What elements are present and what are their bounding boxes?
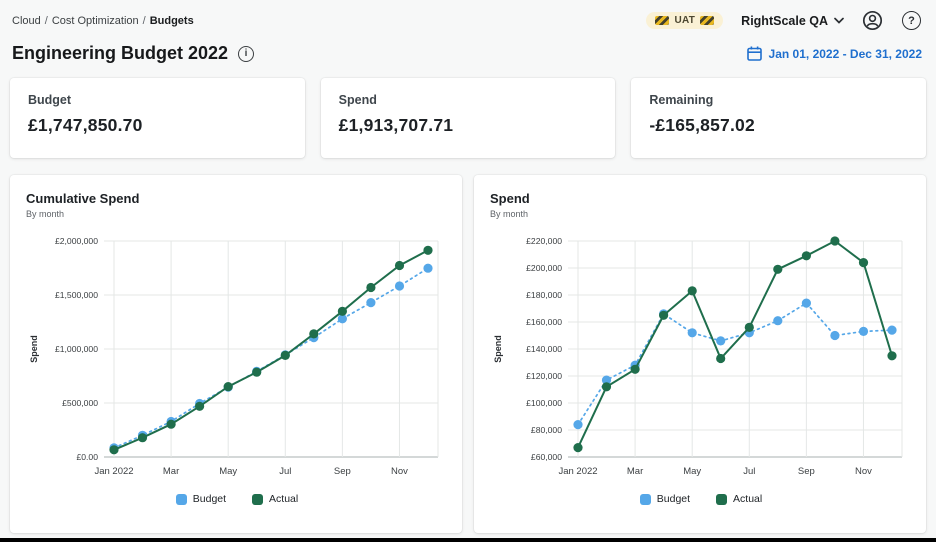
svg-text:Jul: Jul [743, 466, 755, 477]
budget-legend-swatch [640, 494, 651, 505]
svg-text:Mar: Mar [163, 466, 179, 477]
svg-text:£0.00: £0.00 [76, 452, 98, 462]
cumulative-spend-legend: Budget Actual [26, 493, 448, 505]
date-range-label: Jan 01, 2022 - Dec 31, 2022 [769, 47, 922, 61]
budget-card: Budget £1,747,850.70 [10, 78, 305, 158]
cumulative-spend-card: Cumulative Spend By month £0.00£500,000£… [10, 175, 462, 533]
svg-text:May: May [683, 466, 701, 477]
svg-text:Jan 2022: Jan 2022 [558, 466, 597, 477]
monthly-spend-chart: £60,000 £80,000 £100,000 £120,000 £140,000 £1… [490, 233, 910, 487]
breadcrumb-cloud[interactable]: Cloud [12, 15, 41, 27]
svg-text:Mar: Mar [627, 466, 643, 477]
date-range-picker[interactable]: Jan 01, 2022 - Dec 31, 2022 [747, 46, 922, 61]
spend-card: Spend £1,913,707.71 [321, 78, 616, 158]
remaining-card-value: -£165,857.02 [649, 115, 908, 136]
budget-card-label: Budget [28, 93, 287, 107]
cumulative-spend-subtitle: By month [26, 209, 448, 219]
cumulative-spend-chart: £0.00 £500,000 £1,000,000 £1,500,000 £2,000,… [26, 233, 446, 487]
breadcrumb: Cloud / Cost Optimization / Budgets [12, 15, 194, 27]
help-icon: ? [902, 11, 921, 30]
info-icon[interactable]: i [238, 46, 254, 62]
actual-legend-swatch [252, 494, 263, 505]
svg-text:Spend: Spend [493, 335, 503, 363]
monthly-spend-card: Spend By month £60,000 £80,000 £100,000 £12… [474, 175, 926, 533]
svg-text:£120,000: £120,000 [526, 371, 562, 381]
construction-barrier-icon [700, 16, 714, 25]
remaining-card: Remaining -£165,857.02 [631, 78, 926, 158]
organization-name: RightScale QA [741, 14, 828, 28]
svg-text:Sep: Sep [334, 466, 351, 477]
svg-text:£80,000: £80,000 [531, 425, 562, 435]
chevron-down-icon [834, 17, 844, 24]
svg-text:May: May [219, 466, 237, 477]
charts-section: Cumulative Spend By month £0.00£500,000£… [0, 158, 936, 533]
page-title: Engineering Budget 2022 [12, 43, 228, 64]
breadcrumb-separator: / [143, 15, 146, 27]
window-bottom-edge [0, 538, 936, 542]
breadcrumb-separator: / [45, 15, 48, 27]
budget-legend-swatch [176, 494, 187, 505]
remaining-card-label: Remaining [649, 93, 908, 107]
summary-cards: Budget £1,747,850.70 Spend £1,913,707.71… [0, 64, 936, 158]
svg-text:Nov: Nov [391, 466, 408, 477]
legend-item-budget[interactable]: Budget [176, 493, 226, 505]
monthly-spend-subtitle: By month [490, 209, 912, 219]
legend-item-actual[interactable]: Actual [252, 493, 298, 505]
svg-text:£1,000,000: £1,000,000 [55, 344, 98, 354]
uat-environment-badge: UAT [646, 12, 723, 29]
top-bar: Cloud / Cost Optimization / Budgets UAT Righ… [0, 0, 936, 31]
svg-text:Spend: Spend [29, 335, 39, 363]
svg-text:£200,000: £200,000 [526, 263, 562, 273]
spend-card-label: Spend [339, 93, 598, 107]
breadcrumb-cost-optimization[interactable]: Cost Optimization [52, 15, 139, 27]
svg-text:Jan 2022: Jan 2022 [94, 466, 133, 477]
page-header: Engineering Budget 2022 i Jan 01, 2022 -… [0, 31, 936, 64]
help-button[interactable]: ? [901, 10, 922, 31]
organization-dropdown[interactable]: RightScale QA [741, 14, 844, 28]
monthly-spend-legend: Budget Actual [490, 493, 912, 505]
svg-text:Nov: Nov [855, 466, 872, 477]
legend-item-actual[interactable]: Actual [716, 493, 762, 505]
calendar-icon [747, 46, 762, 61]
actual-legend-swatch [716, 494, 727, 505]
actual-legend-label: Actual [269, 493, 298, 505]
svg-text:Jul: Jul [279, 466, 291, 477]
budget-legend-label: Budget [193, 493, 226, 505]
account-button[interactable] [862, 10, 883, 31]
budget-legend-label: Budget [657, 493, 690, 505]
cumulative-spend-title: Cumulative Spend [26, 191, 448, 206]
svg-text:£2,000,000: £2,000,000 [55, 236, 98, 246]
construction-barrier-icon [655, 16, 669, 25]
svg-text:£100,000: £100,000 [526, 398, 562, 408]
top-bar-actions: UAT RightScale QA ? [646, 10, 922, 31]
svg-text:£500,000: £500,000 [62, 398, 98, 408]
monthly-spend-title: Spend [490, 191, 912, 206]
svg-text:£1,500,000: £1,500,000 [55, 290, 98, 300]
breadcrumb-budgets: Budgets [150, 15, 194, 27]
svg-text:£140,000: £140,000 [526, 344, 562, 354]
spend-card-value: £1,913,707.71 [339, 115, 598, 136]
uat-badge-label: UAT [674, 15, 695, 26]
legend-item-budget[interactable]: Budget [640, 493, 690, 505]
svg-text:£60,000: £60,000 [531, 452, 562, 462]
svg-text:£220,000: £220,000 [526, 236, 562, 246]
svg-text:£160,000: £160,000 [526, 317, 562, 327]
svg-text:£180,000: £180,000 [526, 290, 562, 300]
svg-text:Sep: Sep [798, 466, 815, 477]
budget-card-value: £1,747,850.70 [28, 115, 287, 136]
account-icon [862, 10, 883, 31]
actual-legend-label: Actual [733, 493, 762, 505]
